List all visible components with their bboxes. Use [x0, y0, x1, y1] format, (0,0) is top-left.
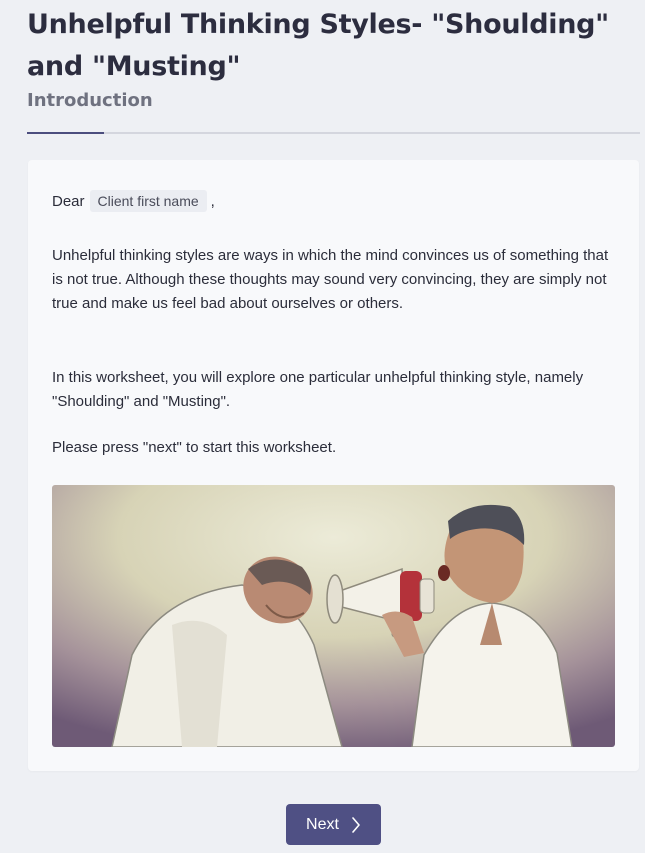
worksheet-card: Dear Client first name , Unhelpful think… [28, 160, 639, 771]
progress-bar [27, 132, 640, 134]
next-button-label: Next [306, 815, 339, 833]
page-title: Unhelpful Thinking Styles- "Shoulding" a… [27, 9, 609, 82]
section-subtitle: Introduction [27, 90, 153, 111]
greeting-line: Dear Client first name , [52, 190, 215, 212]
greeting-prefix: Dear [52, 192, 85, 210]
progress-bar-fill [27, 132, 104, 134]
greeting-suffix: , [210, 192, 215, 210]
intro-paragraph: Unhelpful thinking styles are ways in wh… [52, 247, 609, 312]
client-name-placeholder: Client first name [89, 190, 207, 212]
megaphone-illustration [52, 485, 615, 747]
instruction-paragraph: Please press "next" to start this worksh… [52, 439, 337, 456]
next-button[interactable]: Next [286, 804, 381, 845]
explore-paragraph: In this worksheet, you will explore one … [52, 369, 584, 410]
chevron-right-icon [351, 816, 361, 833]
